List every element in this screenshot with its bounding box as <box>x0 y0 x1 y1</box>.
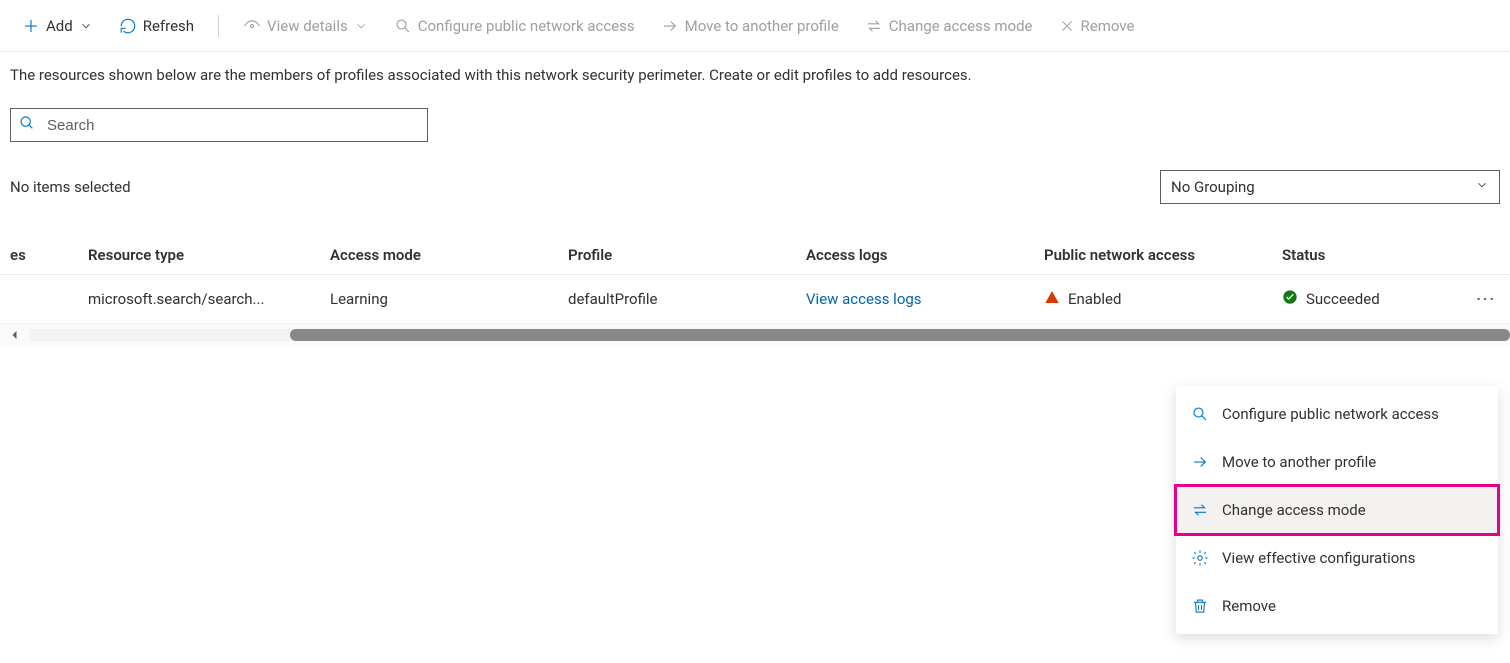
cell-profile: defaultProfile <box>568 290 806 308</box>
warning-icon <box>1044 289 1060 309</box>
add-button[interactable]: Add <box>12 11 103 41</box>
change-access-button: Change access mode <box>855 11 1043 41</box>
success-icon <box>1282 289 1298 309</box>
cell-resource-type: microsoft.search/search... <box>88 290 330 308</box>
table-row[interactable]: microsoft.search/search... Learning defa… <box>0 275 1510 324</box>
resources-table: es Resource type Access mode Profile Acc… <box>0 212 1510 346</box>
cell-status: Succeeded <box>1306 290 1380 308</box>
grouping-select[interactable]: No Grouping <box>1160 170 1500 204</box>
menu-change-access[interactable]: Change access mode <box>1176 486 1498 534</box>
col-pna[interactable]: Public network access <box>1044 246 1282 264</box>
add-label: Add <box>46 17 73 35</box>
horizontal-scrollbar[interactable] <box>0 324 1510 346</box>
remove-button: Remove <box>1049 11 1145 41</box>
cell-access-mode: Learning <box>330 290 568 308</box>
search-box[interactable] <box>10 108 428 142</box>
chevron-down-icon <box>1475 178 1489 196</box>
search-wrap <box>0 94 1510 142</box>
selection-text: No items selected <box>10 178 131 196</box>
close-icon <box>1059 18 1075 34</box>
globe-config-icon <box>1190 405 1210 423</box>
col-access-logs[interactable]: Access logs <box>806 246 1044 264</box>
swap-icon <box>865 17 883 35</box>
table-header: es Resource type Access mode Profile Acc… <box>0 236 1510 275</box>
row-context-menu: Configure public network access Move to … <box>1176 386 1498 634</box>
chevron-down-icon <box>79 19 93 33</box>
view-details-button: View details <box>233 11 378 41</box>
separator <box>218 15 219 37</box>
menu-label: View effective configurations <box>1222 549 1415 567</box>
col-resource-type[interactable]: Resource type <box>88 246 330 264</box>
cell-pna: Enabled <box>1068 290 1121 308</box>
menu-move-profile[interactable]: Move to another profile <box>1176 438 1498 486</box>
command-bar: Add Refresh View details Configure publi… <box>0 0 1510 52</box>
chevron-down-icon <box>354 19 368 33</box>
configure-pna-button: Configure public network access <box>384 11 645 41</box>
change-access-label: Change access mode <box>889 17 1033 35</box>
eye-icon <box>243 17 261 35</box>
refresh-label: Refresh <box>143 17 194 35</box>
view-access-logs-link[interactable]: View access logs <box>806 290 922 308</box>
menu-label: Remove <box>1222 597 1276 615</box>
search-input[interactable] <box>45 116 419 135</box>
col-access-mode[interactable]: Access mode <box>330 246 568 264</box>
scroll-track[interactable] <box>30 329 1510 341</box>
plus-icon <box>22 17 40 35</box>
description-text: The resources shown below are the member… <box>0 52 1510 94</box>
arrow-right-icon <box>661 17 679 35</box>
col-status[interactable]: Status <box>1282 246 1466 264</box>
menu-view-effective[interactable]: View effective configurations <box>1176 534 1498 582</box>
col-profile[interactable]: Profile <box>568 246 806 264</box>
swap-icon <box>1190 501 1210 519</box>
gear-icon <box>1190 549 1210 567</box>
search-icon <box>19 115 35 135</box>
globe-config-icon <box>394 17 412 35</box>
row-more-button[interactable]: ··· <box>1476 290 1496 308</box>
refresh-icon <box>119 17 137 35</box>
menu-configure-pna[interactable]: Configure public network access <box>1176 390 1498 438</box>
refresh-button[interactable]: Refresh <box>109 11 204 41</box>
col-es[interactable]: es <box>0 246 88 264</box>
remove-label: Remove <box>1081 17 1135 35</box>
scroll-thumb[interactable] <box>290 329 1510 341</box>
menu-remove[interactable]: Remove <box>1176 582 1498 630</box>
menu-label: Configure public network access <box>1222 405 1439 423</box>
menu-label: Change access mode <box>1222 501 1366 519</box>
arrow-right-icon <box>1190 453 1210 471</box>
grouping-value: No Grouping <box>1171 178 1255 196</box>
configure-pna-label: Configure public network access <box>418 17 635 35</box>
view-details-label: View details <box>267 17 348 35</box>
menu-label: Move to another profile <box>1222 453 1376 471</box>
trash-icon <box>1190 597 1210 615</box>
move-profile-button: Move to another profile <box>651 11 849 41</box>
scroll-left-arrow[interactable] <box>0 329 30 341</box>
selection-row: No items selected No Grouping <box>0 142 1510 212</box>
move-profile-label: Move to another profile <box>685 17 839 35</box>
